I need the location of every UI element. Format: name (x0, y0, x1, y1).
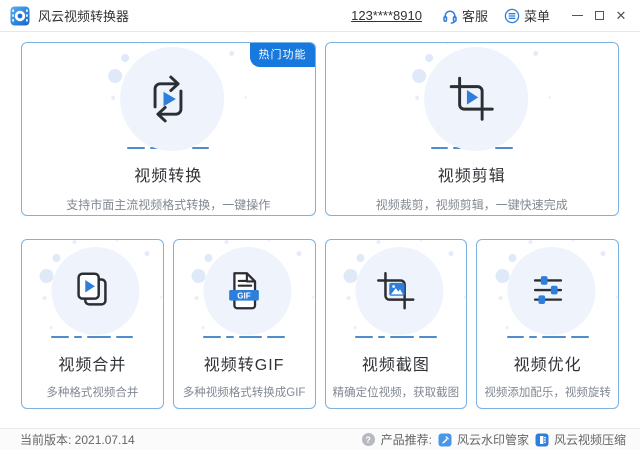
convert-loop-icon (153, 75, 183, 123)
divider-dashes (203, 336, 286, 338)
menu-icon (504, 8, 520, 23)
crop-play-icon (449, 76, 494, 121)
headset-icon (443, 10, 457, 24)
sliders-icon (533, 276, 562, 304)
icon-zone: GIF (174, 246, 315, 336)
close-button[interactable]: ✕ (610, 4, 632, 28)
card-video-merge[interactable]: 视频合并 多种格式视频合并 (21, 239, 164, 409)
card-title: 视频转GIF (203, 357, 285, 374)
icon-zone (326, 246, 467, 336)
icon-zone (22, 246, 163, 336)
compress-product-icon (535, 433, 549, 446)
card-desc: 多种视频格式转换成GIF (182, 387, 306, 399)
maximize-button[interactable] (588, 4, 610, 28)
account-link[interactable]: 123****8910 (351, 8, 422, 23)
gif-file-icon: GIF (229, 272, 259, 310)
card-desc: 视频添加配乐，视频旋转 (484, 387, 611, 399)
card-video-screenshot[interactable]: 视频截图 精确定位视频，获取截图 (324, 239, 468, 409)
merge-stack-icon (77, 272, 108, 306)
gif-banner-label: GIF (237, 291, 251, 300)
card-desc: 多种格式视频合并 (46, 387, 139, 399)
watermark-product-icon (438, 433, 452, 446)
card-title: 视频截图 (361, 357, 430, 374)
card-title: 视频优化 (513, 357, 582, 374)
card-desc: 精确定位视频，获取截图 (332, 387, 460, 399)
divider-dashes (354, 336, 437, 338)
product-name: 风云视频压缩 (553, 433, 626, 447)
app-title: 风云视频转换器 (38, 9, 130, 24)
divider-dashes (51, 336, 134, 338)
card-video-to-gif[interactable]: GIF 视频转GIF 多种视频格式转换成GIF (172, 239, 316, 409)
menu-label: 菜单 (523, 9, 550, 24)
version-label: 当前版本: 2021.07.14 (20, 433, 135, 447)
menu-button[interactable]: 菜单 (504, 6, 550, 25)
card-title: 视频剪辑 (437, 168, 506, 185)
card-video-convert[interactable]: 热门功能 视频转换 支持市面主流视频格式转换，一键操作 (21, 42, 316, 216)
product-name: 风云水印管家 (456, 433, 529, 447)
product-link-watermark[interactable]: 风云水印管家 (438, 431, 529, 448)
main-area: 热门功能 视频转换 支持市面主流视频格式转换，一键操作 视频剪辑 视频裁剪，视频… (0, 32, 640, 409)
recommend-label: 产品推荐: (380, 433, 432, 447)
card-desc: 视频裁剪，视频剪辑，一键快速完成 (375, 198, 568, 212)
screenshot-crop-icon (376, 272, 415, 310)
app-logo-icon (10, 6, 30, 25)
card-title: 视频转换 (134, 168, 203, 185)
maximize-icon (594, 11, 604, 20)
support-label: 客服 (461, 9, 488, 24)
help-icon[interactable]: ? (361, 433, 375, 446)
minimize-button[interactable] (566, 4, 588, 28)
card-video-optimize[interactable]: 视频优化 视频添加配乐，视频旋转 (476, 239, 619, 409)
card-video-edit[interactable]: 视频剪辑 视频裁剪，视频剪辑，一键快速完成 (324, 42, 619, 216)
statusbar: 当前版本: 2021.07.14 ? 产品推荐: 风云水印管家 风云视频压缩 (0, 428, 640, 450)
support-button[interactable]: 客服 (442, 6, 488, 25)
hot-feature-badge: 热门功能 (249, 43, 315, 67)
product-link-compress[interactable]: 风云视频压缩 (535, 431, 626, 448)
divider-dashes (506, 336, 589, 338)
window-controls: ✕ (566, 4, 632, 28)
icon-zone (326, 47, 619, 151)
minimize-icon (571, 15, 583, 16)
card-title: 视频合并 (58, 357, 127, 374)
titlebar: 风云视频转换器 123****8910 客服 菜单 ✕ (0, 0, 640, 32)
icon-zone (477, 246, 618, 336)
card-desc: 支持市面主流视频格式转换，一键操作 (66, 198, 271, 212)
